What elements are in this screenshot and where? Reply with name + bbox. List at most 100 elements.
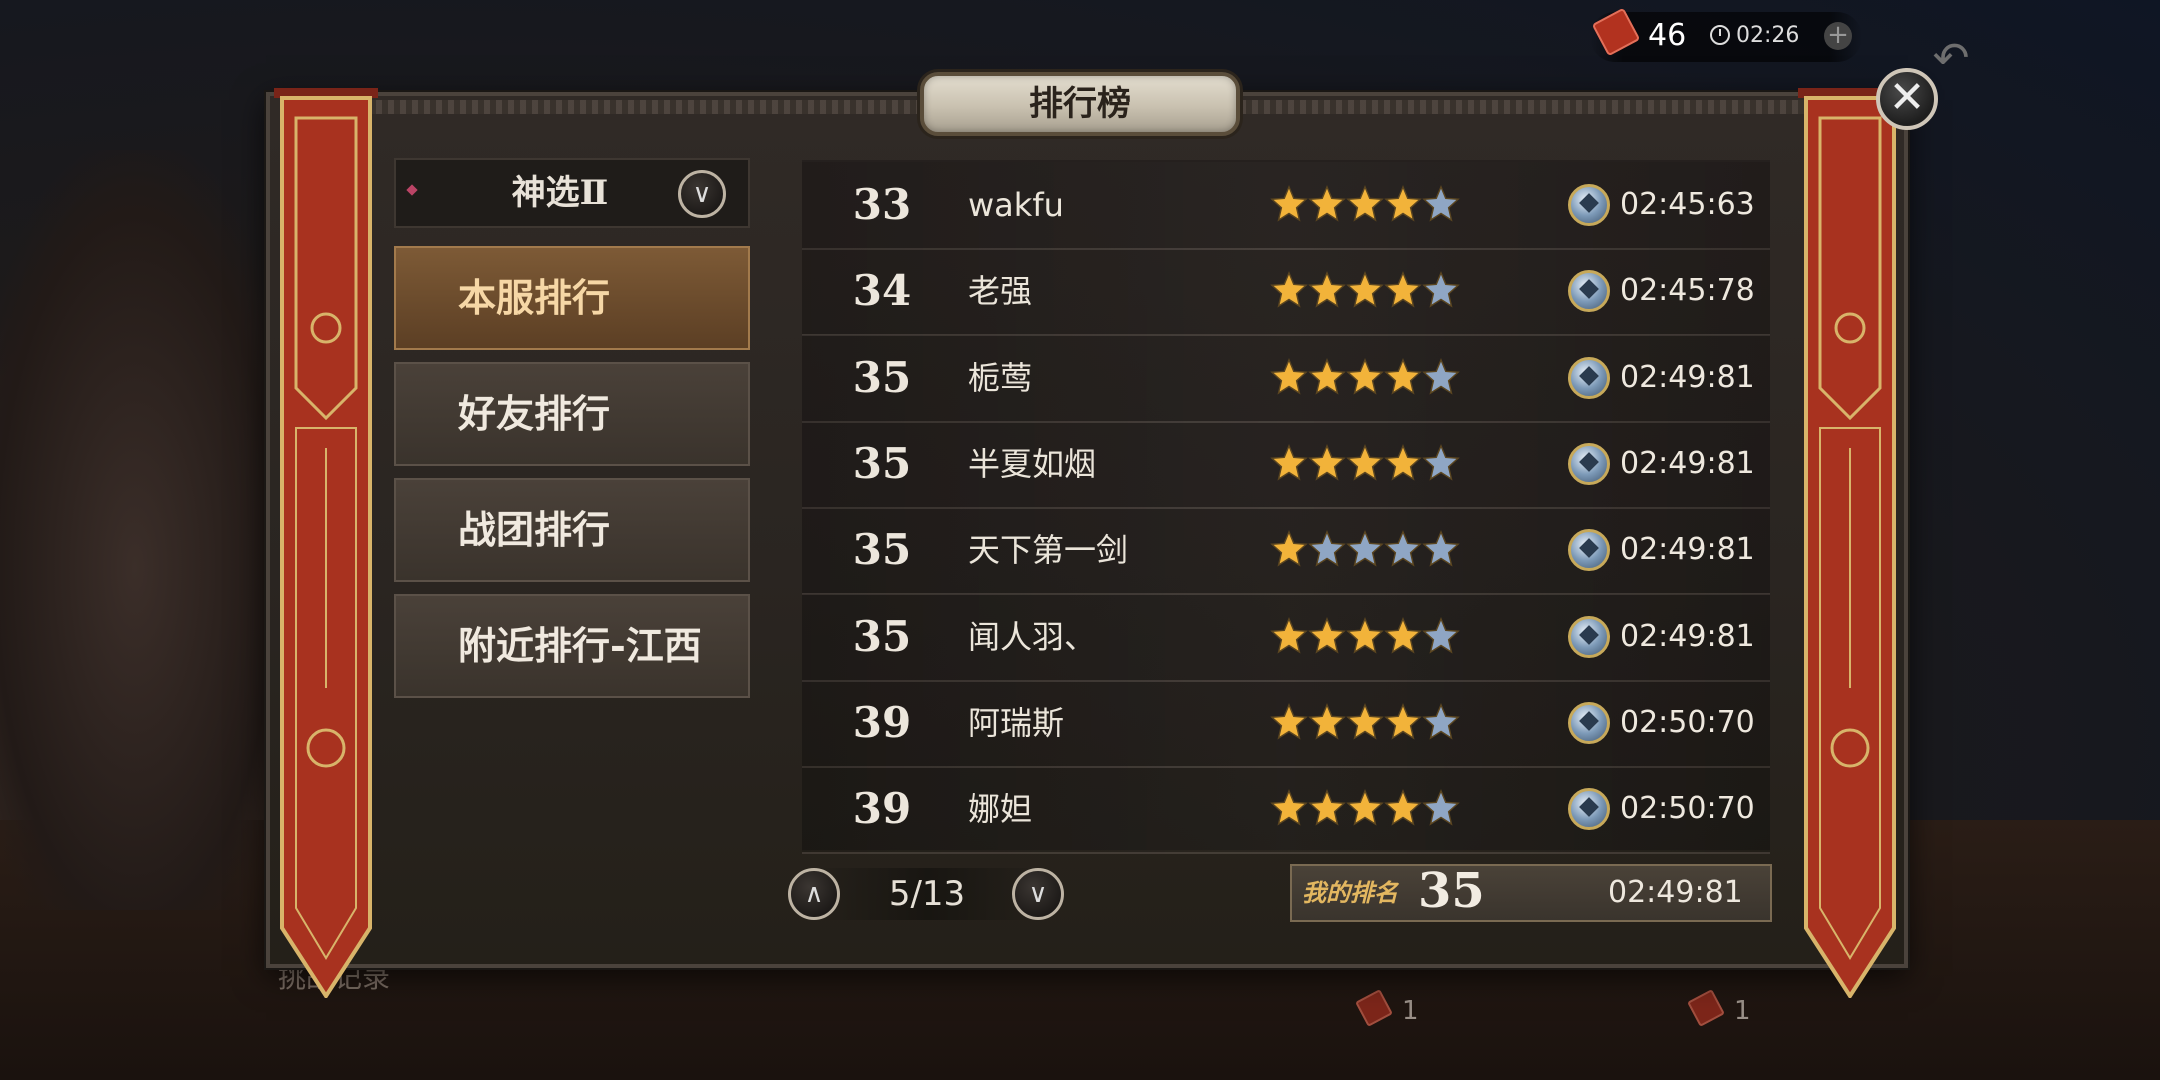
star-filled-icon — [1384, 357, 1422, 395]
tab-friend-ranking-label: 好友排行 — [458, 391, 611, 436]
row-star-rating — [1270, 530, 1460, 570]
star-filled-icon — [1384, 271, 1422, 308]
row-star-rating — [1270, 702, 1460, 743]
row-rank: 35 — [852, 525, 912, 575]
clock-icon — [1710, 25, 1730, 45]
table-row[interactable]: 39 阿瑞斯 02:50:70 — [802, 679, 1770, 768]
star-filled-icon — [1346, 702, 1384, 740]
star-filled-icon — [1346, 271, 1384, 308]
star-filled-icon — [1346, 443, 1384, 481]
table-row[interactable]: 35 天下第一剑 02:49:81 — [802, 507, 1770, 596]
bottom-slot-right — [1684, 988, 1730, 1034]
row-rank: 35 — [852, 611, 912, 661]
star-filled-icon — [1270, 530, 1308, 567]
tab-server-ranking-label: 本服排行 — [458, 275, 611, 320]
medal-icon — [1568, 701, 1610, 744]
row-clear-time: 02:50:70 — [1620, 791, 1755, 827]
table-row[interactable]: 33 wakfu 02:45:63 — [802, 162, 1770, 250]
page-up-button[interactable]: ∧ — [788, 868, 840, 920]
page-title: 排行榜 — [1029, 84, 1131, 124]
ticket-icon — [1687, 989, 1725, 1027]
row-player-name: 天下第一剑 — [968, 531, 1129, 570]
medal-icon — [1568, 529, 1610, 572]
row-player-name: wakfu — [968, 186, 1064, 224]
star-filled-icon — [1384, 185, 1422, 222]
row-rank: 35 — [852, 438, 912, 488]
right-banner — [1796, 88, 1904, 1000]
star-empty-icon — [1422, 271, 1460, 308]
medal-icon — [1568, 615, 1610, 658]
bottom-slot-left — [1352, 988, 1398, 1034]
medal-icon — [1568, 184, 1610, 226]
star-filled-icon — [1270, 357, 1308, 395]
page-indicator: 5/13 — [888, 874, 966, 914]
close-button[interactable]: ✕ — [1876, 68, 1938, 130]
medal-icon — [1568, 270, 1610, 313]
table-row[interactable]: 35 闻人羽、 02:49:81 — [802, 593, 1770, 682]
table-row[interactable]: 35 栀莺 02:49:81 — [802, 334, 1770, 423]
row-star-rating — [1270, 271, 1460, 311]
row-player-name: 闻人羽、 — [968, 617, 1097, 656]
star-filled-icon — [1346, 357, 1384, 395]
back-arrow-icon[interactable]: ↶ — [1928, 37, 1974, 81]
background-character — [0, 150, 300, 910]
table-row[interactable]: 35 半夏如烟 02:49:81 — [802, 420, 1770, 509]
page-down-button[interactable]: ∨ — [1012, 868, 1064, 920]
ticket-icon — [1355, 989, 1393, 1027]
row-player-name: 半夏如烟 — [968, 444, 1097, 483]
close-icon: ✕ — [1888, 72, 1926, 123]
star-filled-icon — [1384, 702, 1422, 740]
row-rank: 33 — [852, 180, 912, 229]
star-filled-icon — [1384, 789, 1422, 826]
banner-left-graphic — [274, 88, 378, 1000]
bottom-slot-right-count: 1 — [1734, 996, 1751, 1026]
bottom-slot-left-count: 1 — [1402, 996, 1419, 1026]
star-filled-icon — [1346, 616, 1384, 654]
row-player-name: 阿瑞斯 — [968, 703, 1065, 742]
star-empty-icon — [1422, 530, 1460, 567]
chevron-down-icon: ∨ — [692, 179, 712, 209]
table-row[interactable]: 34 老强 02:45:78 — [802, 248, 1770, 337]
star-empty-icon — [1422, 616, 1460, 654]
star-filled-icon — [1346, 185, 1384, 222]
medal-icon — [1568, 356, 1610, 399]
row-rank: 35 — [852, 352, 912, 402]
medal-icon — [1568, 442, 1610, 485]
row-player-name: 娜妲 — [968, 790, 1033, 829]
star-filled-icon — [1270, 443, 1308, 481]
ticket-count: 46 — [1648, 18, 1687, 53]
row-star-rating — [1270, 357, 1460, 398]
category-dropdown-button[interactable]: ∨ — [678, 170, 726, 218]
banner-right-graphic — [1798, 88, 1902, 1000]
star-filled-icon — [1308, 185, 1346, 222]
star-empty-icon — [1422, 789, 1460, 826]
row-rank: 34 — [852, 266, 912, 316]
star-empty-icon — [1422, 357, 1460, 395]
table-row[interactable]: 39 娜妲 02:50:70 — [802, 766, 1770, 855]
star-filled-icon — [1308, 702, 1346, 740]
row-rank: 39 — [852, 697, 912, 747]
row-player-name: 老强 — [968, 272, 1033, 311]
my-rank-time: 02:49:81 — [1608, 875, 1743, 910]
star-filled-icon — [1308, 443, 1346, 481]
category-selected-value: 神选Ⅱ — [511, 173, 609, 213]
star-filled-icon — [1270, 789, 1308, 826]
row-clear-time: 02:49:81 — [1620, 359, 1755, 395]
star-filled-icon — [1308, 789, 1346, 826]
row-clear-time: 02:49:81 — [1620, 445, 1755, 481]
star-filled-icon — [1384, 443, 1422, 481]
star-empty-icon — [1422, 702, 1460, 740]
row-rank: 39 — [852, 784, 912, 834]
refresh-timer: 02:26 — [1736, 23, 1800, 48]
row-clear-time: 02:49:81 — [1620, 618, 1755, 654]
star-filled-icon — [1346, 789, 1384, 826]
star-filled-icon — [1384, 616, 1422, 654]
row-star-rating — [1270, 789, 1460, 829]
star-filled-icon — [1270, 271, 1308, 308]
tab-nearby-ranking-label: 附近排行-江西 — [458, 623, 702, 668]
star-empty-icon — [1422, 443, 1460, 481]
medal-icon — [1568, 788, 1610, 831]
add-tickets-button[interactable]: + — [1824, 22, 1852, 50]
chevron-down-icon: ∨ — [1028, 879, 1048, 909]
star-filled-icon — [1270, 702, 1308, 740]
